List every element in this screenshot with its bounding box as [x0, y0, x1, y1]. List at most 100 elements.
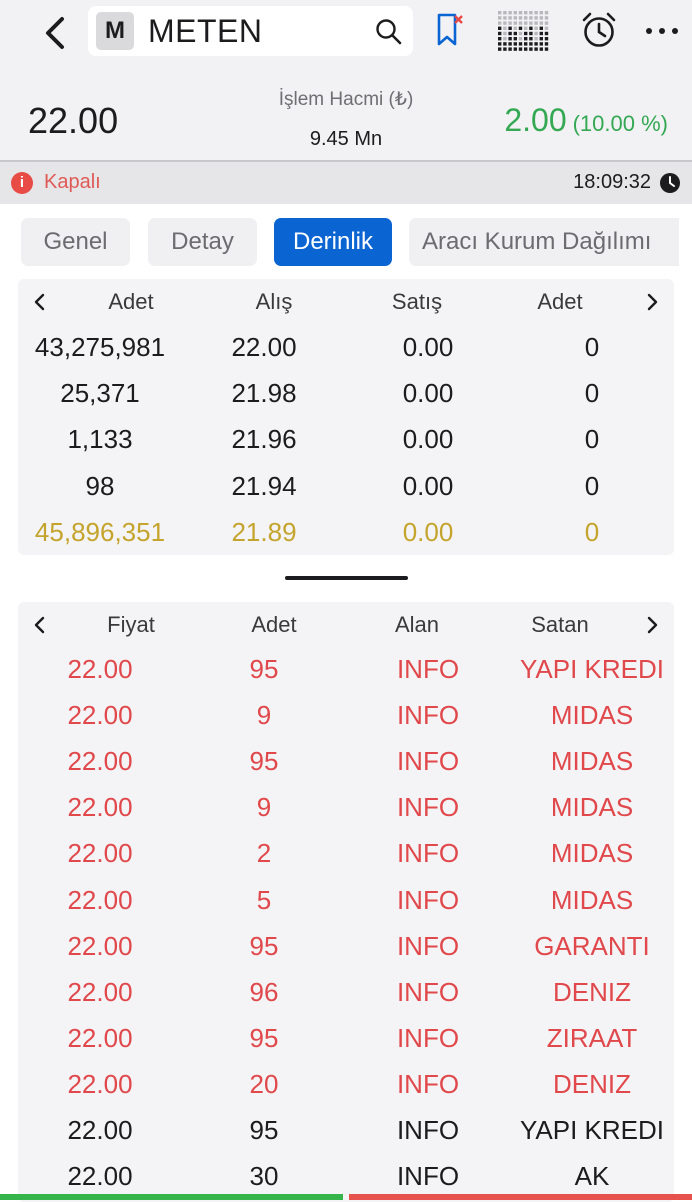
trade-qty: 9 [256, 700, 272, 731]
trade-price: 22.00 [67, 1161, 133, 1192]
info-icon: i [11, 172, 33, 194]
trades-header-satan[interactable]: Satan [531, 602, 589, 648]
market-status: Kapalı [44, 171, 101, 193]
depth-header-alis[interactable]: Alış [256, 279, 293, 325]
trades-table: Fiyat Adet Alan Satan 22.00 95 INFO YAPI KR… [18, 602, 674, 1202]
trade-price: 22.00 [67, 884, 133, 915]
depth-grid-icon[interactable] [496, 8, 552, 54]
trade-price: 22.00 [67, 1022, 133, 1053]
trades-header-fiyat[interactable]: Fiyat [107, 602, 155, 648]
depth-ask-price: 0.00 [402, 470, 454, 501]
trade-qty: 9 [256, 792, 272, 823]
trade-seller: DENIZ [553, 1068, 631, 1099]
top-bar: M METEN [0, 0, 692, 64]
depth-bid-price: 21.89 [231, 516, 297, 547]
trade-seller: MIDAS [550, 700, 634, 731]
trade-qty: 95 [249, 1022, 279, 1053]
chevron-left-icon[interactable] [30, 615, 50, 635]
depth-ask-qty: 0 [584, 378, 600, 409]
trade-qty: 95 [249, 746, 279, 777]
trade-buyer: INFO [396, 700, 460, 731]
trade-buyer: INFO [396, 884, 460, 915]
depth-header-adet-ask[interactable]: Adet [537, 279, 582, 325]
chevron-right-icon[interactable] [642, 292, 662, 312]
alarm-clock-icon[interactable] [579, 10, 619, 50]
trade-buyer: INFO [396, 654, 460, 684]
trade-qty: 20 [249, 1068, 279, 1099]
sell-indicator-bar [349, 1194, 692, 1200]
trade-buyer: INFO [396, 746, 460, 777]
trade-qty: 95 [249, 1115, 279, 1145]
tab-detay[interactable]: Detay [148, 218, 257, 266]
more-icon[interactable] [644, 10, 680, 50]
change-absolute: 2.00 [504, 102, 567, 138]
symbol-name: METEN [148, 13, 263, 49]
change-percent: (10.00 %) [572, 111, 668, 136]
chevron-right-icon[interactable] [642, 615, 662, 635]
depth-ask-price: 0.00 [402, 378, 454, 409]
market-status-bar: i Kapalı 18:09:32 [0, 162, 692, 204]
trade-buyer: INFO [396, 1161, 460, 1192]
tab-derinlik[interactable]: Derinlik [274, 218, 392, 266]
depth-header-satis[interactable]: Satış [392, 279, 442, 325]
trade-qty: 95 [249, 930, 279, 961]
trade-seller: DENIZ [553, 976, 631, 1007]
bookmark-remove-icon[interactable] [434, 10, 464, 50]
trades-table-header: Fiyat Adet Alan Satan [18, 602, 674, 648]
depth-bid-qty: 43,275,981 [34, 332, 166, 362]
depth-bid-price: 21.94 [231, 470, 297, 501]
depth-table: Adet Alış Satış Adet 43,275,981 22.00 0.00… [18, 279, 674, 555]
buy-indicator-bar [0, 1194, 343, 1200]
trade-price: 22.00 [67, 930, 133, 961]
trade-buyer: INFO [396, 792, 460, 823]
trade-qty: 2 [256, 838, 272, 869]
trades-header-adet[interactable]: Adet [251, 602, 296, 648]
depth-table-header: Adet Alış Satış Adet [18, 279, 674, 325]
tab-genel[interactable]: Genel [21, 218, 130, 266]
trade-seller: MIDAS [550, 746, 634, 777]
depth-ask-qty: 0 [584, 332, 600, 362]
trade-seller: YAPI KREDI [519, 654, 665, 684]
depth-ask-qty: 0 [584, 424, 600, 455]
trade-price: 22.00 [67, 654, 133, 684]
trade-price: 22.00 [67, 1068, 133, 1099]
back-icon[interactable] [38, 14, 72, 52]
clock-icon [660, 173, 680, 193]
trade-buyer: INFO [396, 1115, 460, 1145]
depth-header-adet-bid[interactable]: Adet [108, 279, 153, 325]
trade-qty: 95 [249, 654, 279, 684]
trade-price: 22.00 [67, 1115, 133, 1145]
depth-ask-price: 0.00 [402, 424, 454, 455]
depth-ask-price: 0.00 [402, 516, 454, 547]
trades-header-alan[interactable]: Alan [395, 602, 439, 648]
depth-bid-price: 21.96 [231, 424, 297, 455]
trade-seller: MIDAS [550, 838, 634, 869]
trade-price: 22.00 [67, 746, 133, 777]
depth-bid-qty: 1,133 [67, 424, 133, 455]
trade-qty: 5 [256, 884, 272, 915]
depth-ask-qty: 0 [584, 470, 600, 501]
trade-price: 22.00 [67, 792, 133, 823]
symbol-search-box[interactable]: M METEN [88, 6, 413, 56]
trade-qty: 96 [249, 976, 279, 1007]
depth-bid-price: 22.00 [231, 332, 297, 362]
trade-buyer: INFO [396, 838, 460, 869]
tab-araci-kurum-dagilimi[interactable]: Aracı Kurum Dağılımı [409, 218, 679, 266]
depth-bid-price: 21.98 [231, 378, 297, 409]
trade-buyer: INFO [396, 1068, 460, 1099]
trade-seller: GARANTI [534, 930, 650, 961]
trade-buyer: INFO [396, 976, 460, 1007]
chevron-left-icon[interactable] [30, 292, 50, 312]
depth-bid-qty: 45,896,351 [34, 516, 166, 547]
symbol-badge: M [96, 12, 134, 50]
depth-bid-qty: 98 [85, 470, 115, 501]
drag-handle[interactable] [285, 576, 408, 580]
status-time: 18:09:32 [573, 171, 651, 193]
trade-price: 22.00 [67, 838, 133, 869]
trade-price: 22.00 [67, 976, 133, 1007]
price-change: 2.00 (10.00 %) [504, 102, 668, 139]
depth-ask-price: 0.00 [402, 332, 454, 362]
search-icon[interactable] [375, 18, 403, 46]
trade-qty: 30 [249, 1161, 279, 1192]
depth-bid-qty: 25,371 [60, 378, 140, 409]
